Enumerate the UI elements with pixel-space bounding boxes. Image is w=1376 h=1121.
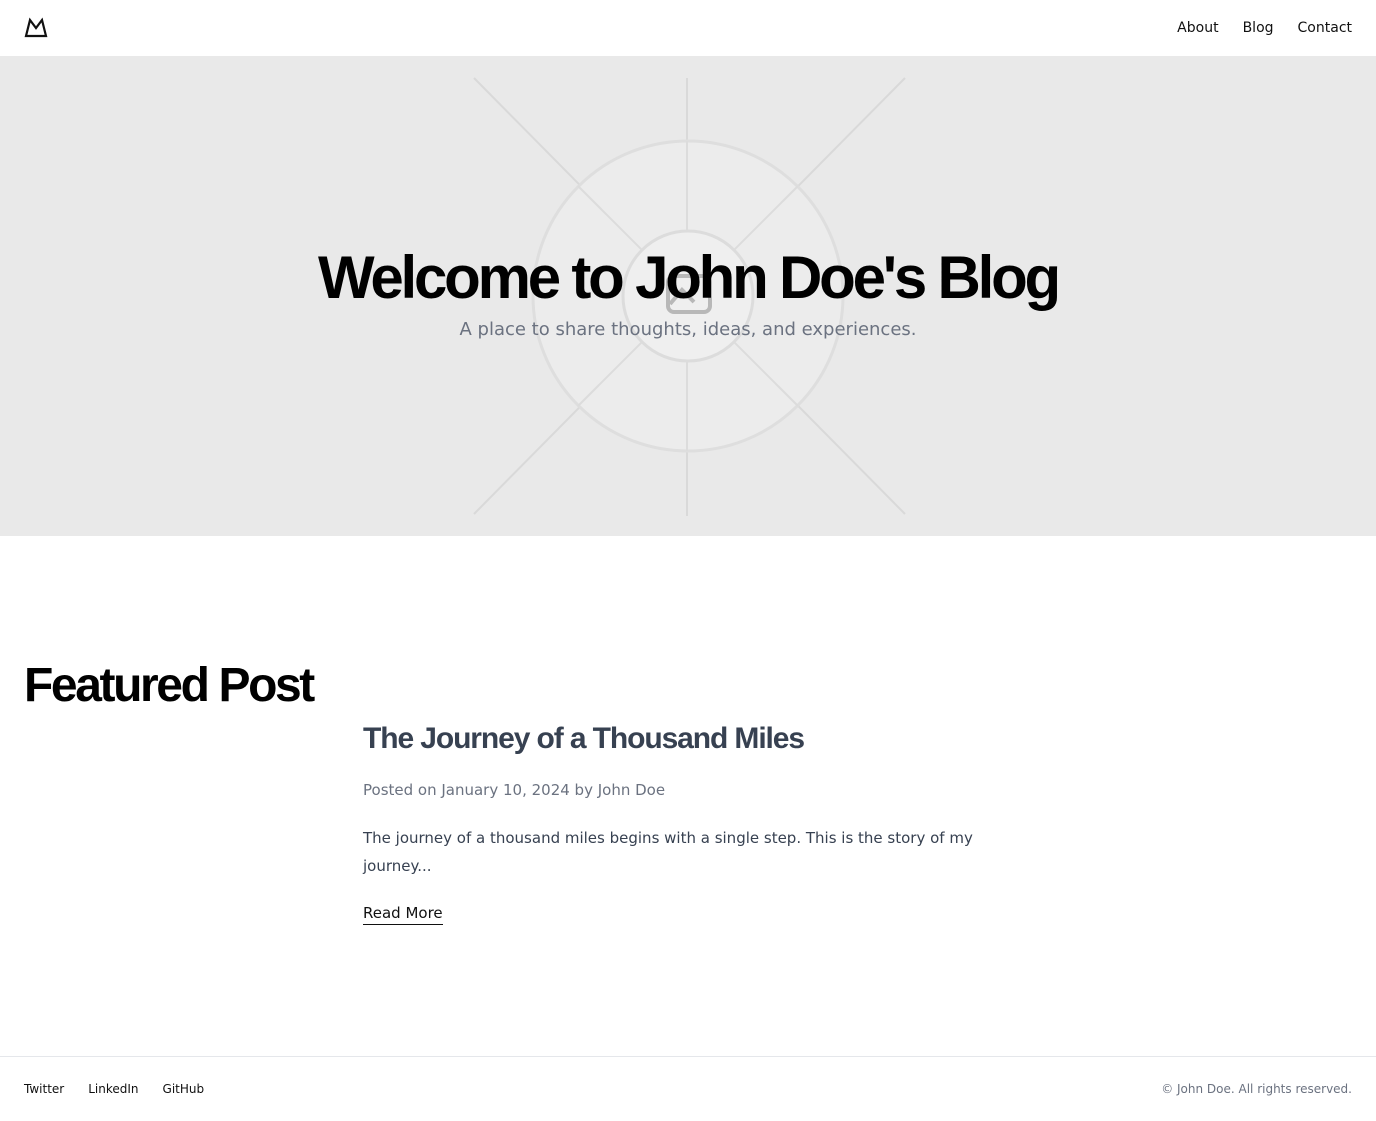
nav-link-blog[interactable]: Blog (1243, 20, 1274, 36)
footer-link-linkedin[interactable]: LinkedIn (88, 1082, 138, 1096)
copyright-text: © John Doe. All rights reserved. (1161, 1082, 1352, 1096)
nav-link-about[interactable]: About (1177, 20, 1218, 36)
featured-post-card: The Journey of a Thousand Miles Posted o… (363, 718, 1003, 925)
main-nav: About Blog Contact (1177, 0, 1352, 56)
read-more-link[interactable]: Read More (363, 902, 443, 925)
site-header: About Blog Contact (0, 0, 1376, 56)
post-excerpt: The journey of a thousand miles begins w… (363, 829, 973, 875)
site-footer: Twitter LinkedIn GitHub © John Doe. All … (0, 1056, 1376, 1121)
post-title: The Journey of a Thousand Miles (363, 722, 805, 755)
post-meta: Posted on January 10, 2024 by John Doe (363, 781, 666, 799)
hero-subtitle: A place to share thoughts, ideas, and ex… (459, 319, 917, 340)
home-logo-link[interactable] (24, 16, 48, 40)
nav-link-contact[interactable]: Contact (1298, 20, 1352, 36)
hero-title: Welcome to John Doe's Blog (317, 244, 1061, 311)
featured-post-heading: Featured Post (24, 659, 315, 712)
footer-link-github[interactable]: GitHub (163, 1082, 205, 1096)
mountain-logo-icon (24, 16, 48, 40)
footer-social-links: Twitter LinkedIn GitHub (24, 1057, 204, 1121)
hero-section: Welcome to John Doe's Blog A place to sh… (0, 56, 1376, 536)
footer-link-twitter[interactable]: Twitter (24, 1082, 64, 1096)
